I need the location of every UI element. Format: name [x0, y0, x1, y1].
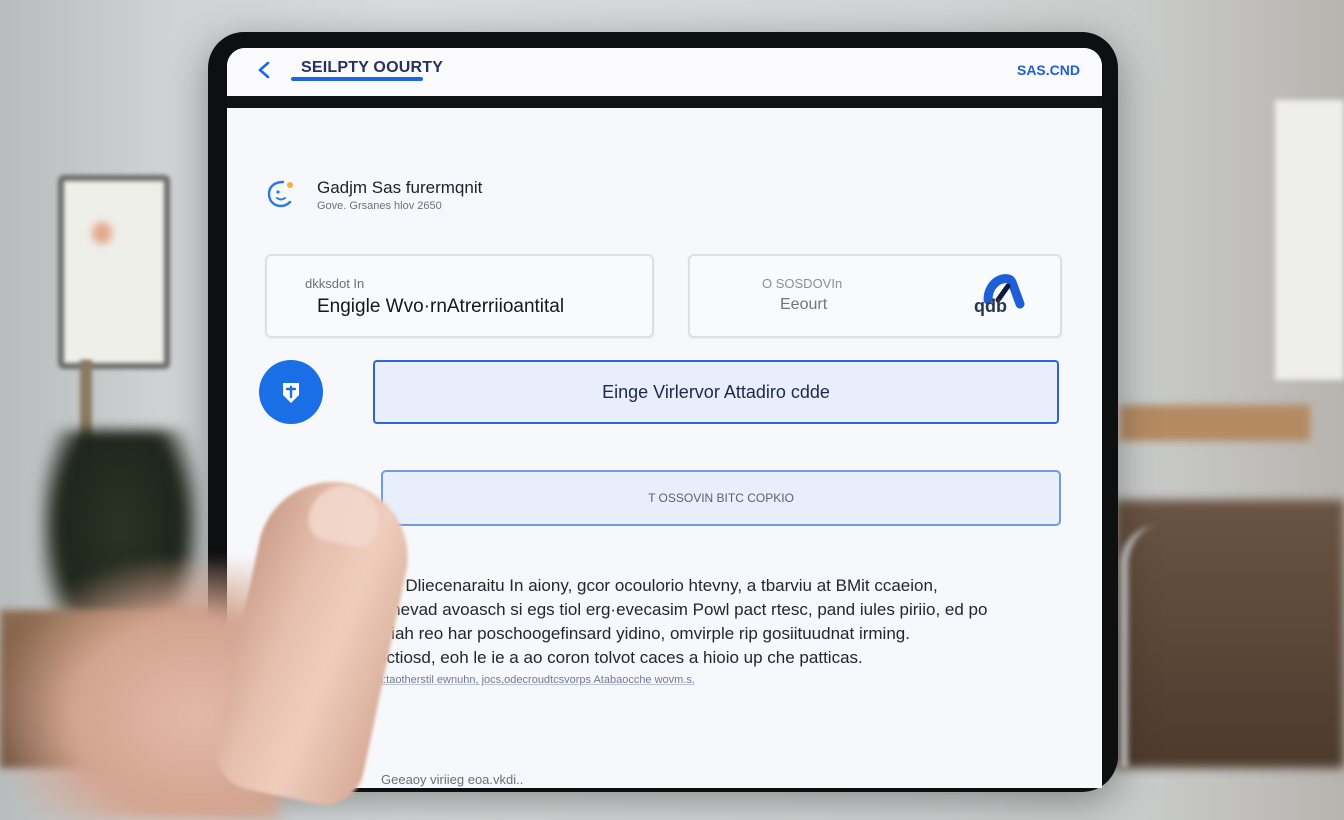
- primary-action-button[interactable]: Einge Virlervor Attadiro cdde: [373, 360, 1059, 424]
- page-title: SEILPTY OOURTY: [301, 59, 444, 76]
- card-right-label: O SOSDOVIn: [762, 276, 843, 291]
- top-right-link[interactable]: SAS.CND: [1017, 62, 1080, 78]
- background-frame-accent: [92, 222, 112, 244]
- card-left-value: Engigle Wvo·rnAtrerriioantital: [317, 296, 565, 317]
- background-right-panel: [1275, 100, 1344, 380]
- chevron-left-icon: [258, 61, 270, 79]
- back-button[interactable]: [251, 56, 279, 84]
- top-bar: SEILPTY OOURTY SAS.CND: [227, 48, 1102, 108]
- description-text: hat Dliecenaraitu In aiony, gcor ocoulor…: [377, 574, 1037, 690]
- description-line: hat Dliecenaraitu In aiony, gcor ocoulor…: [377, 576, 938, 595]
- code-input[interactable]: [381, 470, 1061, 526]
- title-underline: [291, 77, 423, 81]
- svg-text:qdb: qdb: [974, 296, 1007, 316]
- description-line: a hevad avoasch si egs tiol erg·evecasim…: [377, 600, 988, 619]
- description-line: octiosd, eoh le ie a ao coron tolvot cac…: [377, 648, 863, 667]
- card-right-value: Eeourt: [780, 296, 828, 313]
- app-subtitle: Gove. Grsanes hlov 2650: [317, 200, 442, 212]
- footer-text: Geeaoy viriieg eoa.vkdi..: [381, 772, 524, 787]
- card-left-label: dkksdot In: [305, 276, 365, 291]
- face-badge-icon: [267, 180, 293, 208]
- info-card-right[interactable]: O SOSDOVIn Eeourt qdb: [688, 254, 1062, 338]
- fine-print-link[interactable]: a:taotherstil ewnuhn, jocs,odecroudtcsvo…: [377, 670, 1037, 690]
- background-desk: [1120, 405, 1310, 441]
- info-card-left[interactable]: dkksdot In Engigle Wvo·rnAtrerriioantita…: [265, 254, 654, 338]
- app-name: Gadjm Sas furermqnit: [317, 178, 483, 197]
- description-line: a iah reo har poschoogefinsard yidino, o…: [377, 624, 910, 643]
- action-icon-button[interactable]: [259, 360, 323, 424]
- background-chair: [1120, 525, 1188, 768]
- brand-logo-icon: qdb: [974, 274, 1025, 316]
- background-frame: [58, 175, 170, 369]
- tag-icon: [283, 383, 299, 403]
